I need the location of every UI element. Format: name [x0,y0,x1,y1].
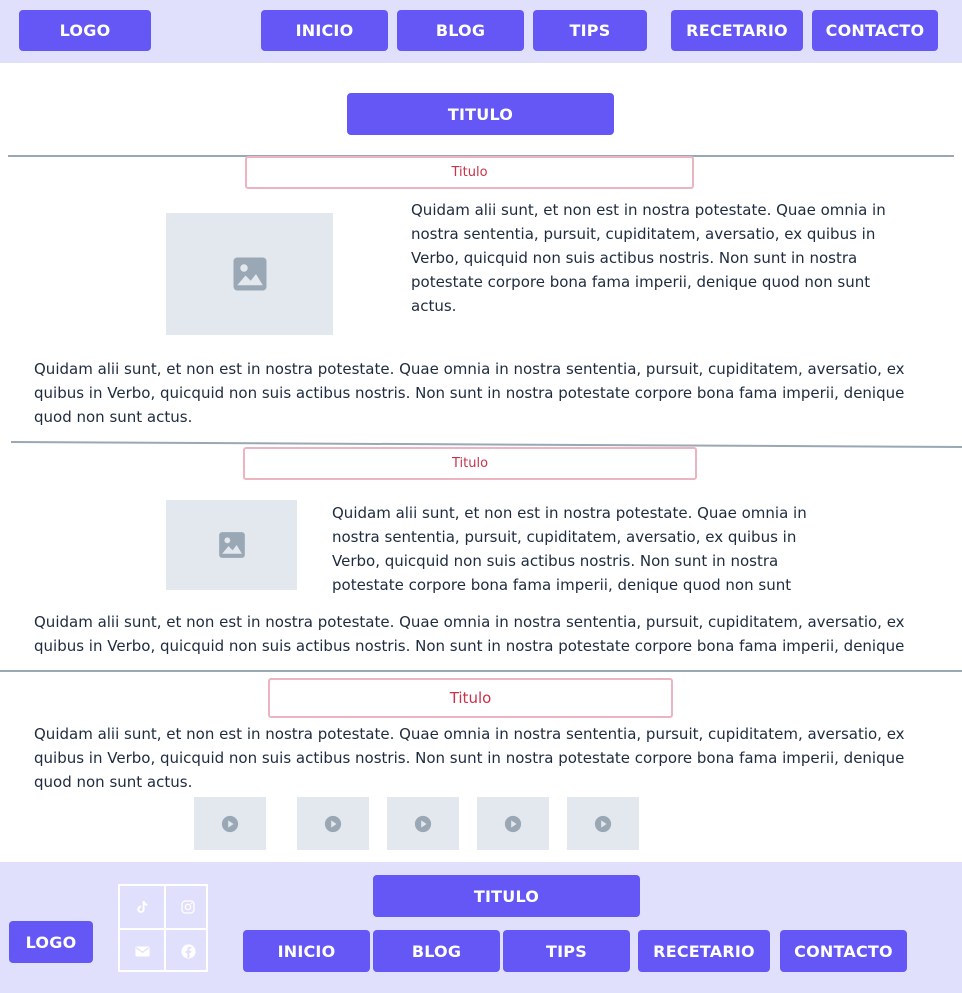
image-icon [233,257,266,291]
section-side-text: Quidam alii sunt, et non est in nostra p… [411,201,886,315]
nav-contacto[interactable]: CONTACTO [812,10,938,51]
footer-title: TITULO [373,875,640,917]
nav-recetario[interactable]: RECETARIO [671,10,803,51]
logo-button[interactable]: LOGO [19,10,151,51]
section-title: Titulo [243,447,697,480]
section-body-text: Quidam alii sunt, et non est in nostra p… [34,613,905,655]
social-links-grid [118,884,208,972]
video-thumbnail[interactable] [194,797,266,850]
nav-tips[interactable]: TIPS [533,10,647,51]
footer-nav-blog[interactable]: BLOG [373,930,500,972]
footer-nav-tips[interactable]: TIPS [503,930,630,972]
section-title: Titulo [245,156,694,189]
nav-inicio[interactable]: INICIO [261,10,388,51]
facebook-link[interactable] [166,930,210,972]
tiktok-link[interactable] [120,886,164,928]
facebook-icon [180,943,196,959]
play-icon [324,815,342,832]
page-title: TITULO [347,93,614,135]
play-icon [594,815,612,832]
footer-nav-contacto[interactable]: CONTACTO [780,930,907,972]
image-icon [218,532,245,558]
play-icon [504,815,522,832]
mail-link[interactable] [120,930,164,972]
section-title: Titulo [268,678,673,718]
section-side-text: Quidam alii sunt, et non est in nostra p… [332,504,807,594]
section-body-text: Quidam alii sunt, et non est in nostra p… [34,360,905,426]
video-thumbnail[interactable] [297,797,369,850]
footer-nav-recetario[interactable]: RECETARIO [638,930,770,972]
image-placeholder [166,500,297,590]
section-body-text: Quidam alii sunt, et non est in nostra p… [34,725,905,791]
instagram-link[interactable] [166,886,210,928]
play-icon [221,815,239,832]
footer-nav-inicio[interactable]: INICIO [243,930,370,972]
section-divider [0,670,962,672]
video-thumbnail[interactable] [567,797,639,850]
mail-icon [134,946,150,956]
tiktok-icon [137,901,148,913]
instagram-icon [181,900,195,914]
image-placeholder [166,213,333,335]
footer-logo-button[interactable]: LOGO [9,921,93,963]
nav-blog[interactable]: BLOG [397,10,524,51]
video-thumbnail[interactable] [387,797,459,850]
play-icon [414,815,432,832]
video-thumbnail[interactable] [477,797,549,850]
